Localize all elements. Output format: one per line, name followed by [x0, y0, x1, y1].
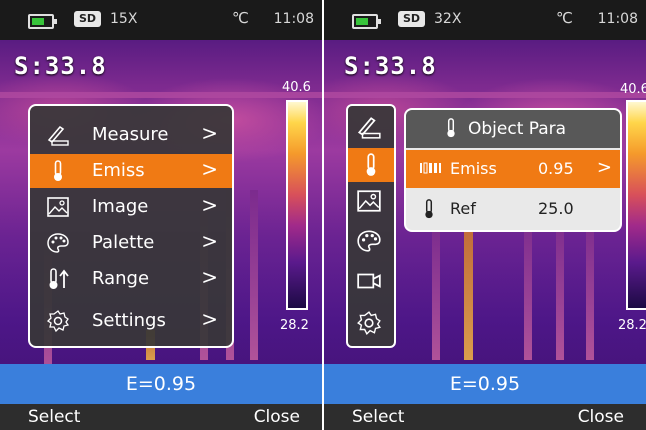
menu-item-palette[interactable]: Palette > — [30, 226, 232, 260]
param-row-ref[interactable]: Ref 25.0 — [406, 190, 620, 228]
scale-min-label: 28.2 — [280, 318, 309, 333]
spot-temperature: S:33.8 — [344, 52, 437, 80]
spot-temperature: S:33.8 — [14, 52, 107, 80]
menu-sidebar — [346, 104, 396, 348]
menu-item-measure[interactable]: Measure > — [30, 118, 232, 152]
close-softkey[interactable]: Close — [578, 407, 624, 427]
menu-item-label: Range — [92, 268, 150, 289]
thermal-feature — [250, 190, 258, 360]
scale-min-label: 28.2 — [618, 318, 646, 333]
status-bar: SD 32X ℃ 11:08 — [324, 0, 646, 40]
clock: 11:08 — [273, 11, 314, 27]
palette-icon — [47, 233, 69, 253]
thermal-feature — [432, 220, 440, 360]
close-softkey[interactable]: Close — [254, 407, 300, 427]
menu-item-image[interactable]: Image > — [30, 190, 232, 224]
thermal-screen-main-menu: SD 15X ℃ 11:08 S:33.8 40.6 28.2 Measure … — [0, 0, 322, 430]
temperature-unit: ℃ — [556, 9, 573, 27]
emissivity-readout: E=0.95 — [324, 364, 646, 404]
scale-max-label: 40.6 — [282, 80, 311, 95]
chevron-right-icon: > — [201, 307, 218, 331]
chevron-right-icon: > — [596, 157, 612, 178]
image-icon — [357, 190, 381, 212]
thermal-hotspot — [464, 230, 473, 360]
emissivity-icon — [420, 162, 441, 174]
sd-card-badge: SD — [398, 11, 426, 27]
param-label: Ref — [450, 199, 476, 218]
select-softkey[interactable]: Select — [28, 407, 80, 427]
scale-max-label: 40.6 — [620, 82, 646, 97]
sidebar-palette[interactable] — [356, 228, 382, 254]
main-menu: Measure > Emiss > Image > Palette > Rang… — [28, 104, 234, 348]
sidebar-video[interactable] — [356, 268, 382, 294]
select-softkey[interactable]: Select — [352, 407, 404, 427]
emissivity-readout: E=0.95 — [0, 364, 322, 404]
video-camera-icon — [357, 273, 381, 289]
chevron-right-icon: > — [201, 121, 218, 145]
sidebar-image[interactable] — [356, 188, 382, 214]
thermal-feature — [0, 92, 322, 98]
menu-item-label: Measure — [92, 124, 169, 145]
clock: 11:08 — [597, 11, 638, 27]
thermometer-up-icon — [49, 268, 69, 289]
menu-item-emiss[interactable]: Emiss > — [30, 154, 232, 188]
param-value: 25.0 — [538, 199, 574, 218]
chevron-right-icon: > — [201, 157, 218, 181]
battery-icon — [28, 14, 57, 29]
menu-item-label: Emiss — [92, 160, 145, 181]
thermal-feature — [586, 210, 594, 360]
ruler-pencil-icon — [357, 117, 381, 139]
thermal-screen-object-params: SD 32X ℃ 11:08 S:33.8 40.6 28.2 Object P… — [324, 0, 646, 430]
temperature-scale-bar — [626, 100, 646, 310]
gear-icon — [46, 310, 70, 333]
param-value: 0.95 — [538, 159, 574, 178]
palette-icon — [357, 230, 381, 252]
temperature-unit: ℃ — [232, 9, 249, 27]
menu-item-label: Settings — [92, 310, 166, 331]
thermometer-icon — [425, 199, 433, 219]
thermal-feature — [324, 92, 646, 98]
status-bar: SD 15X ℃ 11:08 — [0, 0, 322, 40]
chevron-right-icon: > — [201, 193, 218, 217]
menu-item-settings[interactable]: Settings > — [30, 304, 232, 338]
softkey-bar: Select Close — [324, 404, 646, 430]
param-row-emiss[interactable]: Emiss 0.95 > — [406, 150, 620, 188]
thermal-feature — [556, 210, 564, 360]
thermometer-icon — [54, 160, 62, 181]
panel-header: Object Para — [406, 110, 620, 148]
param-label: Emiss — [450, 159, 497, 178]
chevron-right-icon: > — [201, 265, 218, 289]
thermometer-icon — [366, 153, 376, 176]
menu-item-label: Palette — [92, 232, 155, 253]
gear-icon — [357, 311, 381, 336]
battery-icon — [352, 14, 381, 29]
zoom-level: 15X — [110, 11, 138, 27]
sidebar-settings[interactable] — [356, 310, 382, 336]
zoom-level: 32X — [434, 11, 462, 27]
softkey-bar: Select Close — [0, 404, 322, 430]
temperature-scale-bar — [286, 100, 308, 310]
sidebar-measure[interactable] — [356, 114, 382, 140]
object-para-panel: Object Para Emiss 0.95 > Ref 25.0 — [404, 108, 622, 232]
thermal-feature — [524, 210, 532, 360]
sd-card-badge: SD — [74, 11, 102, 27]
ruler-pencil-icon — [47, 125, 69, 146]
image-icon — [47, 197, 69, 217]
panel-title: Object Para — [468, 119, 567, 139]
thermometer-icon — [447, 118, 455, 138]
menu-item-range[interactable]: Range > — [30, 262, 232, 296]
chevron-right-icon: > — [201, 229, 218, 253]
sidebar-emiss[interactable] — [348, 148, 394, 182]
menu-item-label: Image — [92, 196, 149, 217]
